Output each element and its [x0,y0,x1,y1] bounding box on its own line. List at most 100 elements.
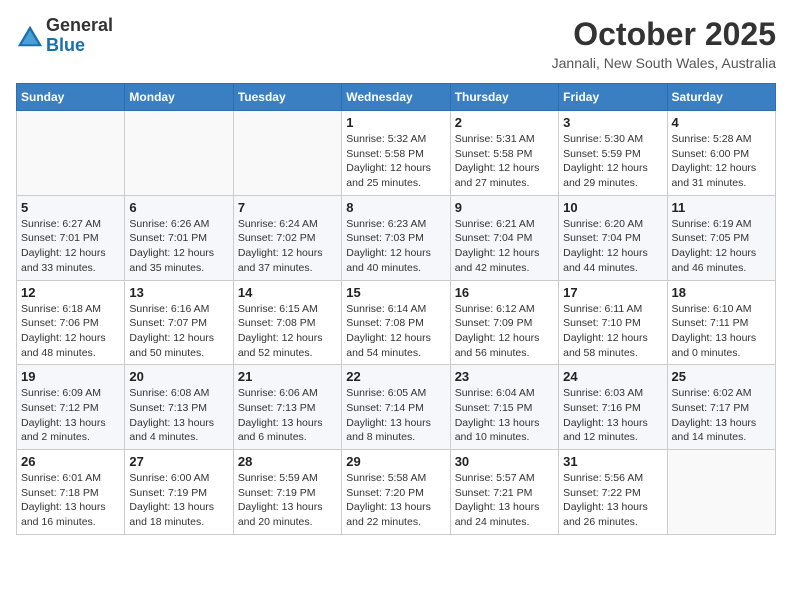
day-number: 26 [21,454,120,469]
logo: General Blue [16,16,113,56]
day-number: 31 [563,454,662,469]
calendar-cell: 7Sunrise: 6:24 AM Sunset: 7:02 PM Daylig… [233,195,341,280]
calendar-cell: 28 Sunrise: 5:59 AM Sunset: 7:19 PM Dayli… [233,450,341,535]
day-number: 18 [672,285,771,300]
calendar-cell: 9 Sunrise: 6:21 AM Sunset: 7:04 PM Daylig… [450,195,558,280]
logo-text: General Blue [46,16,113,56]
day-info: Sunrise: 6:14 AM Sunset: 7:08 PM Dayligh… [346,302,445,361]
day-info: Sunrise: 6:04 AM Sunset: 7:15 PM Dayligh… [455,386,554,445]
calendar-cell [233,111,341,196]
day-info: Sunrise: 6:01 AM Sunset: 7:18 PM Dayligh… [21,471,120,530]
day-info: Sunrise: 6:26 AM Sunset: 7:01 PM Dayligh… [129,217,228,276]
day-number: 13 [129,285,228,300]
day-info: Sunrise: 6:15 AM Sunset: 7:08 PM Dayligh… [238,302,337,361]
day-info: Sunrise: 6:10 AM Sunset: 7:11 PM Dayligh… [672,302,771,361]
calendar-cell: 30 Sunrise: 5:57 AM Sunset: 7:21 PM Dayli… [450,450,558,535]
calendar-cell: 17 Sunrise: 6:11 AM Sunset: 7:10 PM Dayli… [559,280,667,365]
calendar-cell: 26 Sunrise: 6:01 AM Sunset: 7:18 PM Dayli… [17,450,125,535]
day-number: 17 [563,285,662,300]
day-info: Sunrise: 6:11 AM Sunset: 7:10 PM Dayligh… [563,302,662,361]
day-info: Sunrise: 5:59 AM Sunset: 7:19 PM Dayligh… [238,471,337,530]
calendar-table: SundayMondayTuesdayWednesdayThursdayFrid… [16,83,776,535]
calendar-cell: 11Sunrise: 6:19 AM Sunset: 7:05 PM Dayli… [667,195,775,280]
day-info: Sunrise: 6:08 AM Sunset: 7:13 PM Dayligh… [129,386,228,445]
day-number: 21 [238,369,337,384]
day-number: 7 [238,200,337,215]
day-info: Sunrise: 5:56 AM Sunset: 7:22 PM Dayligh… [563,471,662,530]
calendar-header-row: SundayMondayTuesdayWednesdayThursdayFrid… [17,84,776,111]
calendar-cell: 1Sunrise: 5:32 AM Sunset: 5:58 PM Daylig… [342,111,450,196]
day-number: 10 [563,200,662,215]
day-number: 6 [129,200,228,215]
calendar-cell: 31 Sunrise: 5:56 AM Sunset: 7:22 PM Dayli… [559,450,667,535]
day-header-monday: Monday [125,84,233,111]
day-info: Sunrise: 6:20 AM Sunset: 7:04 PM Dayligh… [563,217,662,276]
day-number: 29 [346,454,445,469]
day-info: Sunrise: 5:28 AM Sunset: 6:00 PM Dayligh… [672,132,771,191]
day-info: Sunrise: 6:02 AM Sunset: 7:17 PM Dayligh… [672,386,771,445]
calendar-cell: 25 Sunrise: 6:02 AM Sunset: 7:17 PM Dayli… [667,365,775,450]
calendar-cell: 18 Sunrise: 6:10 AM Sunset: 7:11 PM Dayli… [667,280,775,365]
calendar-week-2: 5 Sunrise: 6:27 AM Sunset: 7:01 PM Daylig… [17,195,776,280]
calendar-cell: 5 Sunrise: 6:27 AM Sunset: 7:01 PM Daylig… [17,195,125,280]
calendar-cell: 20 Sunrise: 6:08 AM Sunset: 7:13 PM Dayli… [125,365,233,450]
day-number: 4 [672,115,771,130]
calendar-cell: 14 Sunrise: 6:15 AM Sunset: 7:08 PM Dayli… [233,280,341,365]
day-number: 14 [238,285,337,300]
day-info: Sunrise: 5:58 AM Sunset: 7:20 PM Dayligh… [346,471,445,530]
day-number: 22 [346,369,445,384]
day-info: Sunrise: 5:32 AM Sunset: 5:58 PM Dayligh… [346,132,445,191]
day-number: 8 [346,200,445,215]
day-number: 16 [455,285,554,300]
page-header: General Blue October 2025 Jannali, New S… [16,16,776,71]
day-number: 15 [346,285,445,300]
calendar-cell [667,450,775,535]
day-number: 30 [455,454,554,469]
calendar-week-4: 19 Sunrise: 6:09 AM Sunset: 7:12 PM Dayli… [17,365,776,450]
calendar-cell: 2Sunrise: 5:31 AM Sunset: 5:58 PM Daylig… [450,111,558,196]
day-number: 28 [238,454,337,469]
day-header-tuesday: Tuesday [233,84,341,111]
calendar-week-5: 26 Sunrise: 6:01 AM Sunset: 7:18 PM Dayli… [17,450,776,535]
day-number: 9 [455,200,554,215]
day-info: Sunrise: 5:57 AM Sunset: 7:21 PM Dayligh… [455,471,554,530]
day-info: Sunrise: 6:19 AM Sunset: 7:05 PM Dayligh… [672,217,771,276]
day-header-saturday: Saturday [667,84,775,111]
day-info: Sunrise: 6:16 AM Sunset: 7:07 PM Dayligh… [129,302,228,361]
day-info: Sunrise: 6:27 AM Sunset: 7:01 PM Dayligh… [21,217,120,276]
day-header-friday: Friday [559,84,667,111]
calendar-cell: 29 Sunrise: 5:58 AM Sunset: 7:20 PM Dayli… [342,450,450,535]
day-number: 5 [21,200,120,215]
day-info: Sunrise: 6:23 AM Sunset: 7:03 PM Dayligh… [346,217,445,276]
calendar-cell [17,111,125,196]
calendar-cell: 19 Sunrise: 6:09 AM Sunset: 7:12 PM Dayli… [17,365,125,450]
calendar-cell: 15 Sunrise: 6:14 AM Sunset: 7:08 PM Dayli… [342,280,450,365]
day-number: 25 [672,369,771,384]
title-block: October 2025 Jannali, New South Wales, A… [552,16,776,71]
day-number: 20 [129,369,228,384]
calendar-cell: 3 Sunrise: 5:30 AM Sunset: 5:59 PM Daylig… [559,111,667,196]
day-info: Sunrise: 6:06 AM Sunset: 7:13 PM Dayligh… [238,386,337,445]
calendar-cell: 16Sunrise: 6:12 AM Sunset: 7:09 PM Dayli… [450,280,558,365]
calendar-cell: 22Sunrise: 6:05 AM Sunset: 7:14 PM Dayli… [342,365,450,450]
day-info: Sunrise: 6:09 AM Sunset: 7:12 PM Dayligh… [21,386,120,445]
day-number: 19 [21,369,120,384]
day-info: Sunrise: 5:30 AM Sunset: 5:59 PM Dayligh… [563,132,662,191]
day-number: 27 [129,454,228,469]
calendar-cell: 23 Sunrise: 6:04 AM Sunset: 7:15 PM Dayli… [450,365,558,450]
day-number: 24 [563,369,662,384]
calendar-cell [125,111,233,196]
day-number: 3 [563,115,662,130]
day-header-wednesday: Wednesday [342,84,450,111]
calendar-cell: 10 Sunrise: 6:20 AM Sunset: 7:04 PM Dayli… [559,195,667,280]
day-info: Sunrise: 6:21 AM Sunset: 7:04 PM Dayligh… [455,217,554,276]
calendar-cell: 24Sunrise: 6:03 AM Sunset: 7:16 PM Dayli… [559,365,667,450]
day-info: Sunrise: 6:18 AM Sunset: 7:06 PM Dayligh… [21,302,120,361]
logo-icon [16,22,44,50]
month-title: October 2025 [552,16,776,53]
day-info: Sunrise: 6:00 AM Sunset: 7:19 PM Dayligh… [129,471,228,530]
day-number: 23 [455,369,554,384]
day-number: 12 [21,285,120,300]
calendar-week-3: 12 Sunrise: 6:18 AM Sunset: 7:06 PM Dayli… [17,280,776,365]
calendar-week-1: 1Sunrise: 5:32 AM Sunset: 5:58 PM Daylig… [17,111,776,196]
